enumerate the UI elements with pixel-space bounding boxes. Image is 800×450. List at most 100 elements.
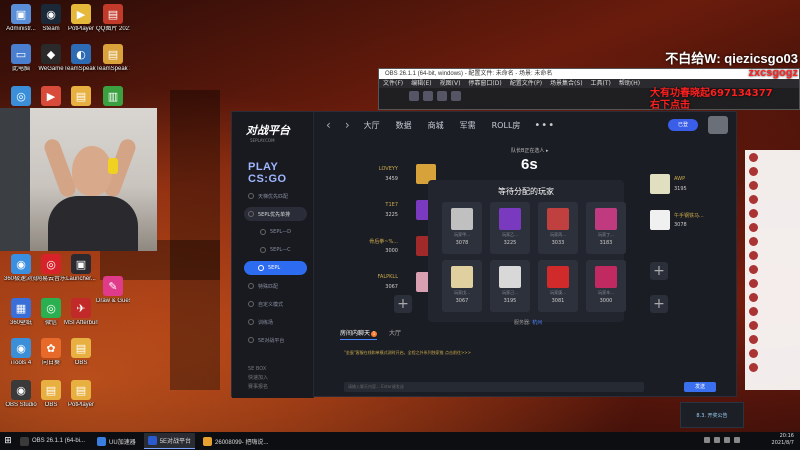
desktop-icon[interactable]: ◎ 网易云音乐 bbox=[34, 254, 68, 283]
tab-room-chat[interactable]: 房间内聊天 1 bbox=[340, 328, 378, 340]
desktop-icon[interactable]: ▦ 360壁纸 bbox=[4, 298, 38, 327]
sidebar-item[interactable]: 5E对战平台 bbox=[232, 333, 313, 347]
desktop-icon[interactable]: ◉ OBS Studio bbox=[4, 380, 38, 409]
desktop-icon-label: 微信 bbox=[44, 320, 57, 326]
sidebar-item[interactable]: 训练场 bbox=[232, 315, 313, 329]
back-icon[interactable]: ‹ bbox=[326, 118, 331, 132]
desktop-icon[interactable]: ◐ TeamSpeak 3 bbox=[64, 44, 98, 73]
obs-menu-item[interactable]: 文件(F) bbox=[383, 79, 403, 88]
sidebar-bottom-item[interactable]: 快速加入 bbox=[248, 374, 268, 383]
nav-tab[interactable]: 大厅 bbox=[364, 120, 380, 131]
pool-player-card[interactable]: 玩家丁... 3183 bbox=[586, 202, 626, 254]
obs-menu-item[interactable]: 场景集合(S) bbox=[550, 79, 583, 88]
sidebar-bottom-item[interactable]: 赛事报名 bbox=[248, 383, 268, 392]
player-avatar bbox=[547, 266, 569, 288]
sidebar-dot-icon bbox=[248, 193, 254, 199]
play-csgo-button[interactable]: PLAY CS:GO bbox=[248, 161, 313, 185]
desktop-icon[interactable]: ▣ Launcher... bbox=[64, 254, 98, 283]
obs-menu-item[interactable]: 工具(T) bbox=[591, 79, 611, 88]
pool-player-card[interactable]: 玩家己... 3195 bbox=[490, 260, 530, 312]
sidebar-dot-icon bbox=[258, 265, 264, 271]
avatar[interactable] bbox=[708, 116, 728, 134]
chat-input[interactable]: 请输入聊天内容... Enter键发送 bbox=[344, 382, 644, 392]
windows-start-icon[interactable]: ⊞ bbox=[0, 432, 16, 450]
sidebar-item[interactable]: 特殊匹配 bbox=[232, 279, 313, 293]
desktop-icon-label: OBS Studio bbox=[5, 402, 37, 408]
pool-player-card[interactable]: 玩家丙... 3033 bbox=[538, 202, 578, 254]
app-icon: ▤ bbox=[71, 380, 91, 400]
pool-player-card[interactable]: 玩家庚... 3081 bbox=[538, 260, 578, 312]
add-player-button[interactable]: + bbox=[394, 295, 412, 313]
player-avatar bbox=[650, 174, 670, 194]
obs-menu-item[interactable]: 停靠窗口(D) bbox=[468, 79, 501, 88]
desktop-icon[interactable]: ▣ Administr... bbox=[4, 4, 38, 33]
desktop-icon[interactable]: ◉ 360极速浏览器 bbox=[4, 254, 38, 283]
desktop-icon[interactable]: ◎ 微信 bbox=[34, 298, 68, 327]
send-button[interactable]: 发送 bbox=[684, 382, 716, 392]
nav-tab[interactable]: 商城 bbox=[428, 120, 444, 131]
viewer-row bbox=[745, 164, 800, 178]
obs-menu-item[interactable]: 配置文件(P) bbox=[510, 79, 542, 88]
player-score: 3000 bbox=[385, 248, 398, 254]
desktop-icon[interactable]: ▤ OBS bbox=[34, 380, 68, 409]
overlay-red-line: zxcsgogz bbox=[748, 67, 798, 79]
clock[interactable]: 20:16 2021/8/7 bbox=[772, 433, 794, 447]
desktop-icon[interactable]: ▤ OBS bbox=[64, 338, 98, 367]
notice-popup[interactable]: 8.3. 开奖公告 bbox=[680, 402, 744, 428]
desktop-icon[interactable]: ✿ 向日葵 bbox=[34, 338, 68, 367]
sidebar-bottom-item[interactable]: 5E BOX bbox=[248, 365, 268, 374]
pool-player-card[interactable]: 玩家辛... 3000 bbox=[586, 260, 626, 312]
taskbar-item[interactable]: 5E对战平台 bbox=[143, 433, 196, 449]
sidebar-item[interactable]: 5EPL bbox=[244, 261, 307, 275]
pool-player-card[interactable]: 玩家甲... 3078 bbox=[442, 202, 482, 254]
taskbar-item[interactable]: 26008099- 把嗨说... bbox=[199, 433, 272, 449]
sidebar-item[interactable]: 5EPL—D bbox=[232, 225, 313, 239]
player-score: 3078 bbox=[674, 222, 687, 228]
desktop-icon[interactable]: ▤ PotPlayer bbox=[64, 380, 98, 409]
pool-player-card[interactable]: 玩家戊... 3067 bbox=[442, 260, 482, 312]
desktop-icon[interactable]: ✈ MSI Afterburner bbox=[64, 298, 98, 327]
desktop-icon[interactable]: ▭ 此电脑 bbox=[4, 44, 38, 73]
sidebar-dot-icon bbox=[260, 229, 266, 235]
team-left-player[interactable]: LOVEYY 3459 bbox=[360, 162, 436, 198]
obs-menu-item[interactable]: 视图(V) bbox=[440, 79, 461, 88]
obs-menu-item[interactable]: 编辑(E) bbox=[411, 79, 431, 88]
add-player-button[interactable]: + bbox=[650, 262, 668, 280]
app-icon: ▤ bbox=[71, 338, 91, 358]
viewer-avatar bbox=[749, 180, 758, 190]
obs-menu-item[interactable]: 帮助(H) bbox=[619, 79, 640, 88]
team-left-player[interactable]: 骨后拳~%... 3000 bbox=[360, 234, 436, 270]
desktop-icon[interactable]: ◆ WeGame bbox=[34, 44, 68, 73]
taskbar-item[interactable]: UU加速器 bbox=[93, 433, 140, 449]
forward-icon[interactable]: › bbox=[345, 118, 350, 132]
more-icon[interactable]: ••• bbox=[534, 120, 555, 131]
sidebar-item[interactable]: 5EPL—C bbox=[232, 243, 313, 257]
nav-tab[interactable]: ROLL房 bbox=[492, 120, 521, 131]
team-left-player[interactable]: T1E7 3225 bbox=[360, 198, 436, 234]
pool-player-card[interactable]: 玩家乙... 3225 bbox=[490, 202, 530, 254]
sidebar-item[interactable]: 5EPL优先单排 bbox=[244, 207, 307, 221]
taskbar-item[interactable]: OBS 26.1.1 (64-bi... bbox=[16, 433, 89, 449]
player-avatar bbox=[499, 208, 521, 230]
sidebar-item[interactable]: 天梯优先匹配 bbox=[232, 189, 313, 203]
desktop-icon[interactable]: ◉ Steam bbox=[34, 4, 68, 33]
team-right-player[interactable]: AWP 3195 bbox=[650, 172, 730, 208]
desktop-icon[interactable]: ◉ iTools 4 bbox=[4, 338, 38, 367]
desktop-icon[interactable]: ▤ TeamSpeak 3 bbox=[96, 44, 130, 73]
nav-tabs: 大厅 数据 商城 军需 ROLL房 bbox=[364, 120, 521, 131]
desktop-icon-label: iTools 4 bbox=[10, 360, 32, 366]
player-avatar bbox=[595, 208, 617, 230]
team-left: LOVEYY 3459 T1E7 3225 骨后拳~%... 3000 FALPKLL 306… bbox=[360, 162, 436, 306]
team-right-player[interactable]: 午手钢铁马... 3078 bbox=[650, 208, 730, 244]
account-button[interactable]: 已登 bbox=[668, 119, 698, 131]
add-player-button[interactable]: + bbox=[650, 295, 668, 313]
desktop-icon[interactable]: ▤ QQ图片 20210415... bbox=[96, 4, 130, 33]
nav-tab[interactable]: 军需 bbox=[460, 120, 476, 131]
nav-tab[interactable]: 数据 bbox=[396, 120, 412, 131]
app-icon: ◉ bbox=[11, 338, 31, 358]
desktop-icon[interactable]: ▶ PotPlayer bbox=[64, 4, 98, 33]
tab-hall-chat[interactable]: 大厅 bbox=[389, 328, 401, 340]
sidebar-item[interactable]: 自定义模式 bbox=[232, 297, 313, 311]
desktop-icon[interactable]: ✎ Draw & Guess bbox=[96, 276, 130, 305]
app-icon: ◎ bbox=[41, 254, 61, 274]
